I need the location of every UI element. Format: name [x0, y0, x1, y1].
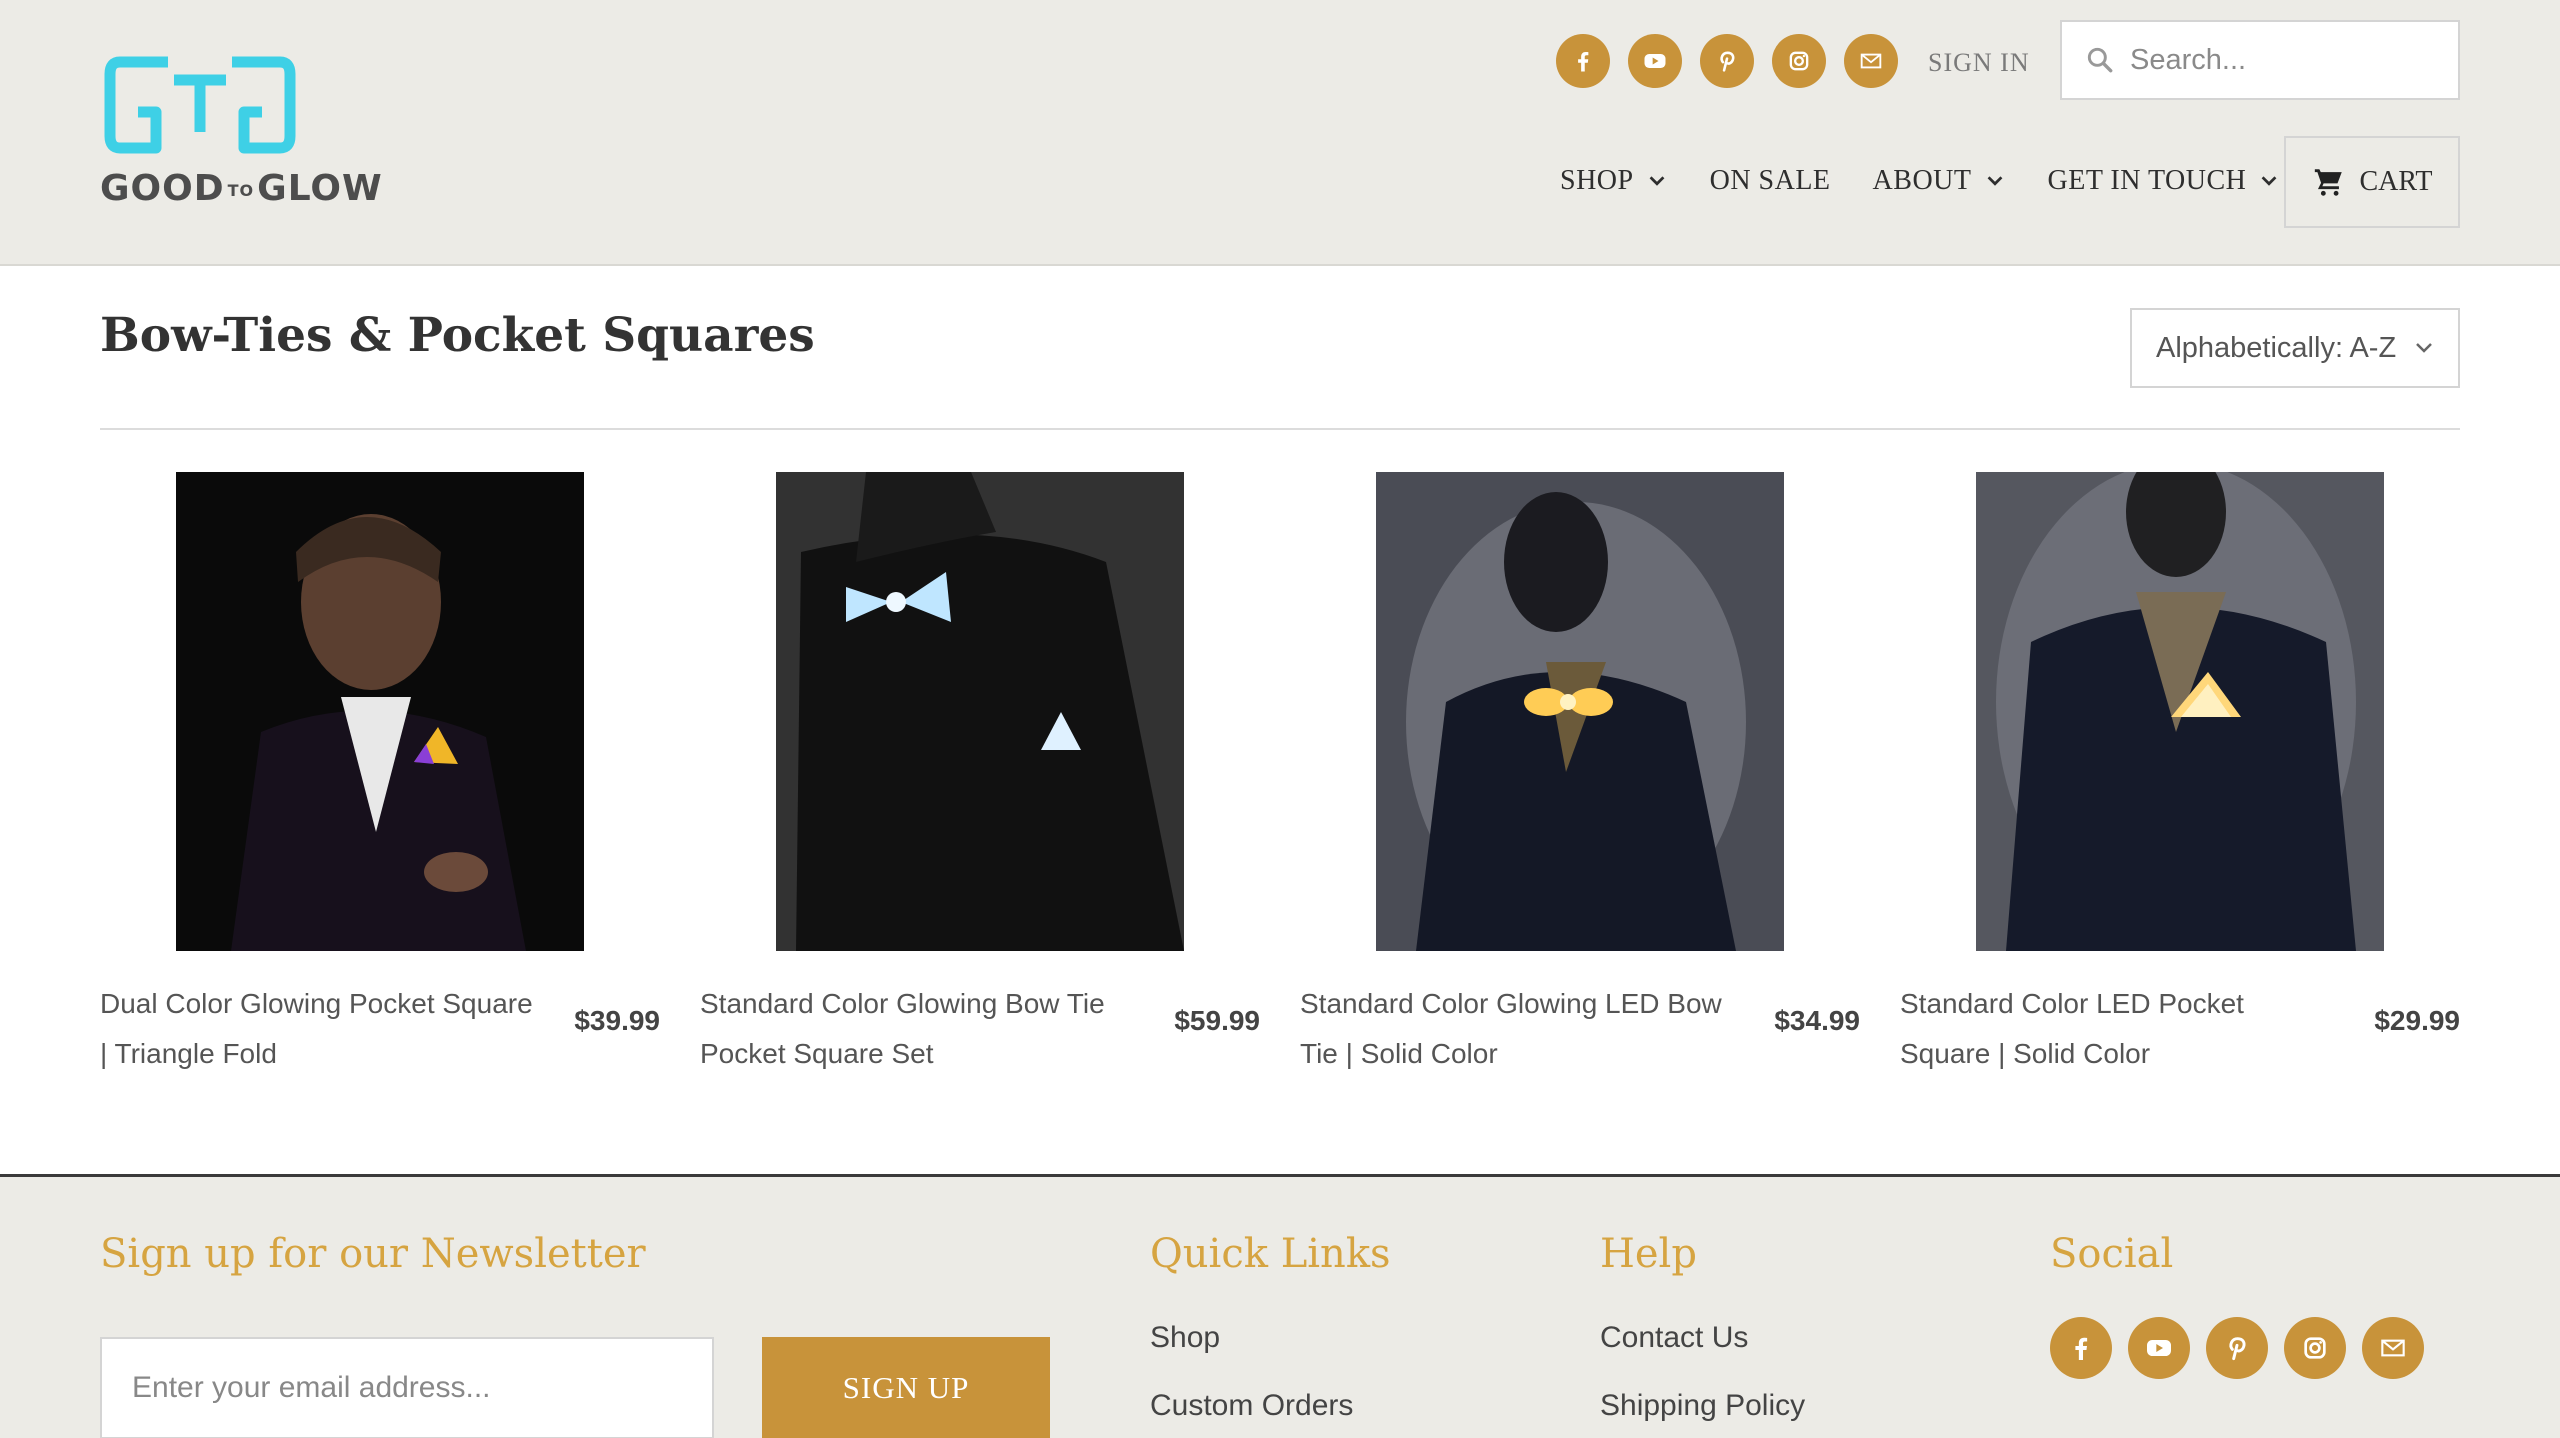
main-nav: SHOP ON SALE ABOUT GET IN TOUCH	[1560, 165, 2322, 197]
product-price: $34.99	[1774, 1005, 1860, 1036]
logo-wordmark: GOOD TOGLOW	[100, 168, 383, 209]
facebook-icon[interactable]	[2050, 1317, 2112, 1379]
product-grid: Dual Color Glowing Pocket Square | Trian…	[100, 472, 2460, 1079]
email-input[interactable]	[132, 1371, 692, 1405]
product-title[interactable]: Dual Color Glowing Pocket Square | Trian…	[100, 979, 540, 1079]
nav-shop[interactable]: SHOP	[1560, 165, 1668, 197]
pinterest-icon[interactable]	[1700, 34, 1754, 88]
bow-tie-logo-icon	[104, 56, 296, 154]
sign-up-button[interactable]: SIGN UP	[762, 1337, 1050, 1438]
product-image[interactable]	[1376, 472, 1784, 951]
footer-social-links	[2050, 1317, 2424, 1379]
footer-link-shop[interactable]: Shop	[1150, 1321, 1220, 1355]
footer-link-contact-us[interactable]: Contact Us	[1600, 1321, 1748, 1355]
chevron-down-icon	[1987, 176, 2002, 186]
footer-link-custom-orders[interactable]: Custom Orders	[1150, 1389, 1353, 1423]
nav-about[interactable]: ABOUT	[1873, 165, 2006, 197]
footer-link-shipping-policy[interactable]: Shipping Policy	[1600, 1389, 1805, 1423]
product-card[interactable]: Standard Color Glowing Bow Tie Pocket Sq…	[700, 472, 1260, 1079]
product-card[interactable]: Standard Color LED Pocket Square | Solid…	[1900, 472, 2460, 1079]
brand-logo[interactable]: GOOD TOGLOW	[100, 50, 383, 215]
cart-button[interactable]: CART	[2284, 136, 2460, 228]
divider	[100, 428, 2460, 430]
site-footer: Sign up for our Newsletter SIGN UP Quick…	[0, 1174, 2560, 1438]
site-header: GOODTOGLOW SIGN IN SHOP ON SALE	[0, 0, 2560, 266]
product-title[interactable]: Standard Color LED Pocket Square | Solid…	[1900, 979, 2340, 1079]
product-card[interactable]: Standard Color Glowing LED Bow Tie | Sol…	[1300, 472, 1860, 1079]
search-box[interactable]	[2060, 20, 2460, 100]
sort-select[interactable]: Alphabetically: A-Z	[2130, 308, 2460, 388]
help-heading: Help	[1600, 1231, 1697, 1277]
newsletter-heading: Sign up for our Newsletter	[100, 1231, 646, 1277]
mail-icon[interactable]	[1844, 34, 1898, 88]
product-price: $59.99	[1174, 1005, 1260, 1036]
youtube-icon[interactable]	[2128, 1317, 2190, 1379]
product-title[interactable]: Standard Color Glowing Bow Tie Pocket Sq…	[700, 979, 1140, 1079]
product-price: $29.99	[2374, 1005, 2460, 1036]
product-image[interactable]	[176, 472, 584, 951]
header-social-links	[1556, 34, 1898, 88]
instagram-icon[interactable]	[2284, 1317, 2346, 1379]
cart-icon	[2314, 169, 2342, 196]
facebook-icon[interactable]	[1556, 34, 1610, 88]
mail-icon[interactable]	[2362, 1317, 2424, 1379]
search-icon	[2087, 47, 2113, 73]
social-heading: Social	[2050, 1231, 2174, 1277]
product-card[interactable]: Dual Color Glowing Pocket Square | Trian…	[100, 472, 660, 1079]
instagram-icon[interactable]	[1772, 34, 1826, 88]
chevron-down-icon	[2262, 176, 2277, 186]
sign-in-link[interactable]: SIGN IN	[1928, 48, 2030, 78]
product-title[interactable]: Standard Color Glowing LED Bow Tie | Sol…	[1300, 979, 1740, 1079]
youtube-icon[interactable]	[1628, 34, 1682, 88]
chevron-down-icon	[2416, 343, 2433, 353]
newsletter-email-field[interactable]	[100, 1337, 714, 1438]
page-title: Bow-Ties & Pocket Squares	[100, 308, 815, 363]
pinterest-icon[interactable]	[2206, 1317, 2268, 1379]
quick-links-heading: Quick Links	[1150, 1231, 1391, 1277]
chevron-down-icon	[1649, 176, 1664, 186]
product-image[interactable]	[1976, 472, 2384, 951]
nav-get-in-touch[interactable]: GET IN TOUCH	[2048, 165, 2281, 197]
nav-on-sale[interactable]: ON SALE	[1710, 165, 1831, 197]
search-input[interactable]	[2130, 43, 2430, 77]
product-image[interactable]	[776, 472, 1184, 951]
product-price: $39.99	[574, 1005, 660, 1036]
